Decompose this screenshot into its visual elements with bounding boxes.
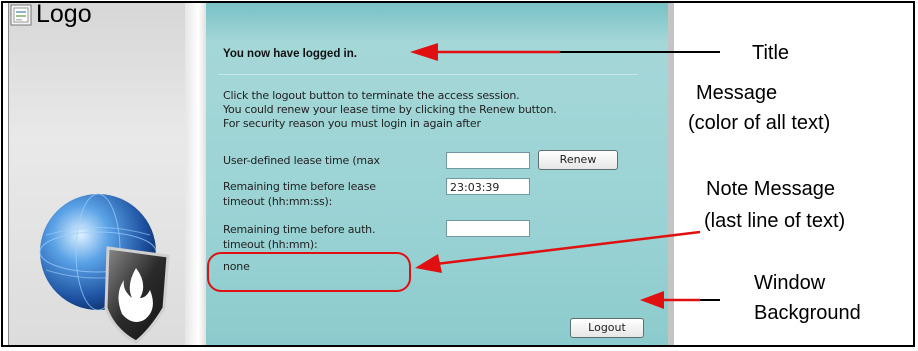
annotation-message-1: Message bbox=[696, 82, 778, 104]
annotation-title: Title bbox=[752, 42, 790, 64]
title-arrowhead bbox=[410, 43, 438, 61]
annotation-background-2: Background bbox=[754, 302, 861, 324]
annotated-screenshot: Logo You now have logged in. Click the l… bbox=[0, 0, 918, 351]
note-arrowhead bbox=[415, 254, 442, 273]
background-arrowhead bbox=[640, 291, 664, 309]
note-pointer-line bbox=[435, 230, 701, 266]
annotation-message-2: (color of all text) bbox=[688, 112, 831, 134]
annotation-note-2: (last line of text) bbox=[704, 210, 846, 232]
annotation-background-1: Window bbox=[754, 272, 826, 294]
annotation-note-1: Note Message bbox=[706, 178, 835, 200]
